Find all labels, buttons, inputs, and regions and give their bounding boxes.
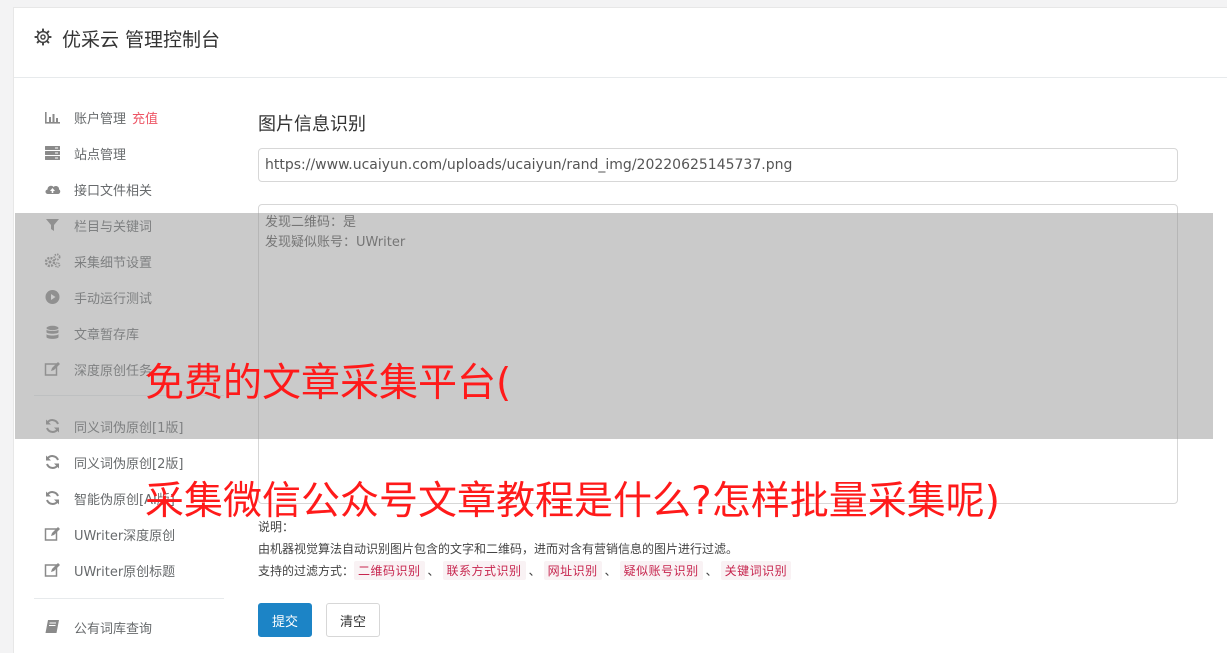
sidebar-item-label: UWriter深度原创 xyxy=(74,529,176,544)
submit-button[interactable]: 提交 xyxy=(258,603,312,637)
section-title: 图片信息识别 xyxy=(258,114,366,135)
filter-methods: 支持的过滤方式： 二维码识别 、 联系方式识别 、 网址识别 、 疑似账号识别 … xyxy=(258,561,792,580)
filter-separator: 、 xyxy=(528,564,541,578)
sidebar-item-label: 公有词库查询 xyxy=(74,622,153,637)
description-text: 由机器视觉算法自动识别图片包含的文字和二维码，进而对含有营销信息的图片进行过滤。 xyxy=(258,542,739,556)
sidebar-item-interface-files[interactable]: 接口文件相关 xyxy=(14,174,224,204)
clear-button[interactable]: 清空 xyxy=(326,603,380,637)
filter-tag: 关键词识别 xyxy=(720,561,792,580)
refresh-icon xyxy=(46,491,59,505)
sidebar-item-label: 接口文件相关 xyxy=(74,184,153,199)
server-icon xyxy=(45,146,60,160)
overlay-headline-2: 采集微信公众号文章教程是什么?怎样批量采集呢) xyxy=(145,479,1000,524)
refresh-icon xyxy=(46,455,59,469)
filter-tag: 联系方式识别 xyxy=(442,561,526,580)
edit-icon xyxy=(44,527,60,541)
bar-chart-icon xyxy=(45,112,60,124)
sidebar-divider xyxy=(34,598,224,599)
filter-separator: 、 xyxy=(705,564,718,578)
cloud-upload-icon xyxy=(45,185,61,194)
sidebar-item-public-dictionary[interactable]: 公有词库查询 xyxy=(14,612,224,642)
sidebar-item-label: UWriter原创标题 xyxy=(74,565,176,580)
filter-tag: 疑似账号识别 xyxy=(619,561,703,580)
filter-tag: 网址识别 xyxy=(543,561,602,580)
filter-separator: 、 xyxy=(604,564,617,578)
image-url-input[interactable] xyxy=(258,148,1178,182)
sidebar-item-label: 账户管理 xyxy=(74,112,127,127)
sidebar-item-uwriter-title[interactable]: UWriter原创标题 xyxy=(14,555,224,585)
overlay-headline-1: 免费的文章采集平台( xyxy=(145,361,512,406)
filter-methods-label: 支持的过滤方式： xyxy=(258,564,355,578)
book-icon xyxy=(45,620,59,633)
edit-icon xyxy=(44,563,60,577)
sidebar-item-label: 站点管理 xyxy=(74,148,127,163)
gear-icon xyxy=(34,28,52,46)
filter-tag: 二维码识别 xyxy=(354,561,425,580)
sidebar-item-account[interactable]: 账户管理 充值 xyxy=(14,102,224,132)
recharge-link[interactable]: 充值 xyxy=(132,112,158,127)
filter-separator: 、 xyxy=(427,564,440,578)
page-title: 优采云 管理控制台 xyxy=(62,29,221,51)
sidebar-item-sites[interactable]: 站点管理 xyxy=(14,138,224,168)
page-header: 优采云 管理控制台 xyxy=(14,8,1227,78)
